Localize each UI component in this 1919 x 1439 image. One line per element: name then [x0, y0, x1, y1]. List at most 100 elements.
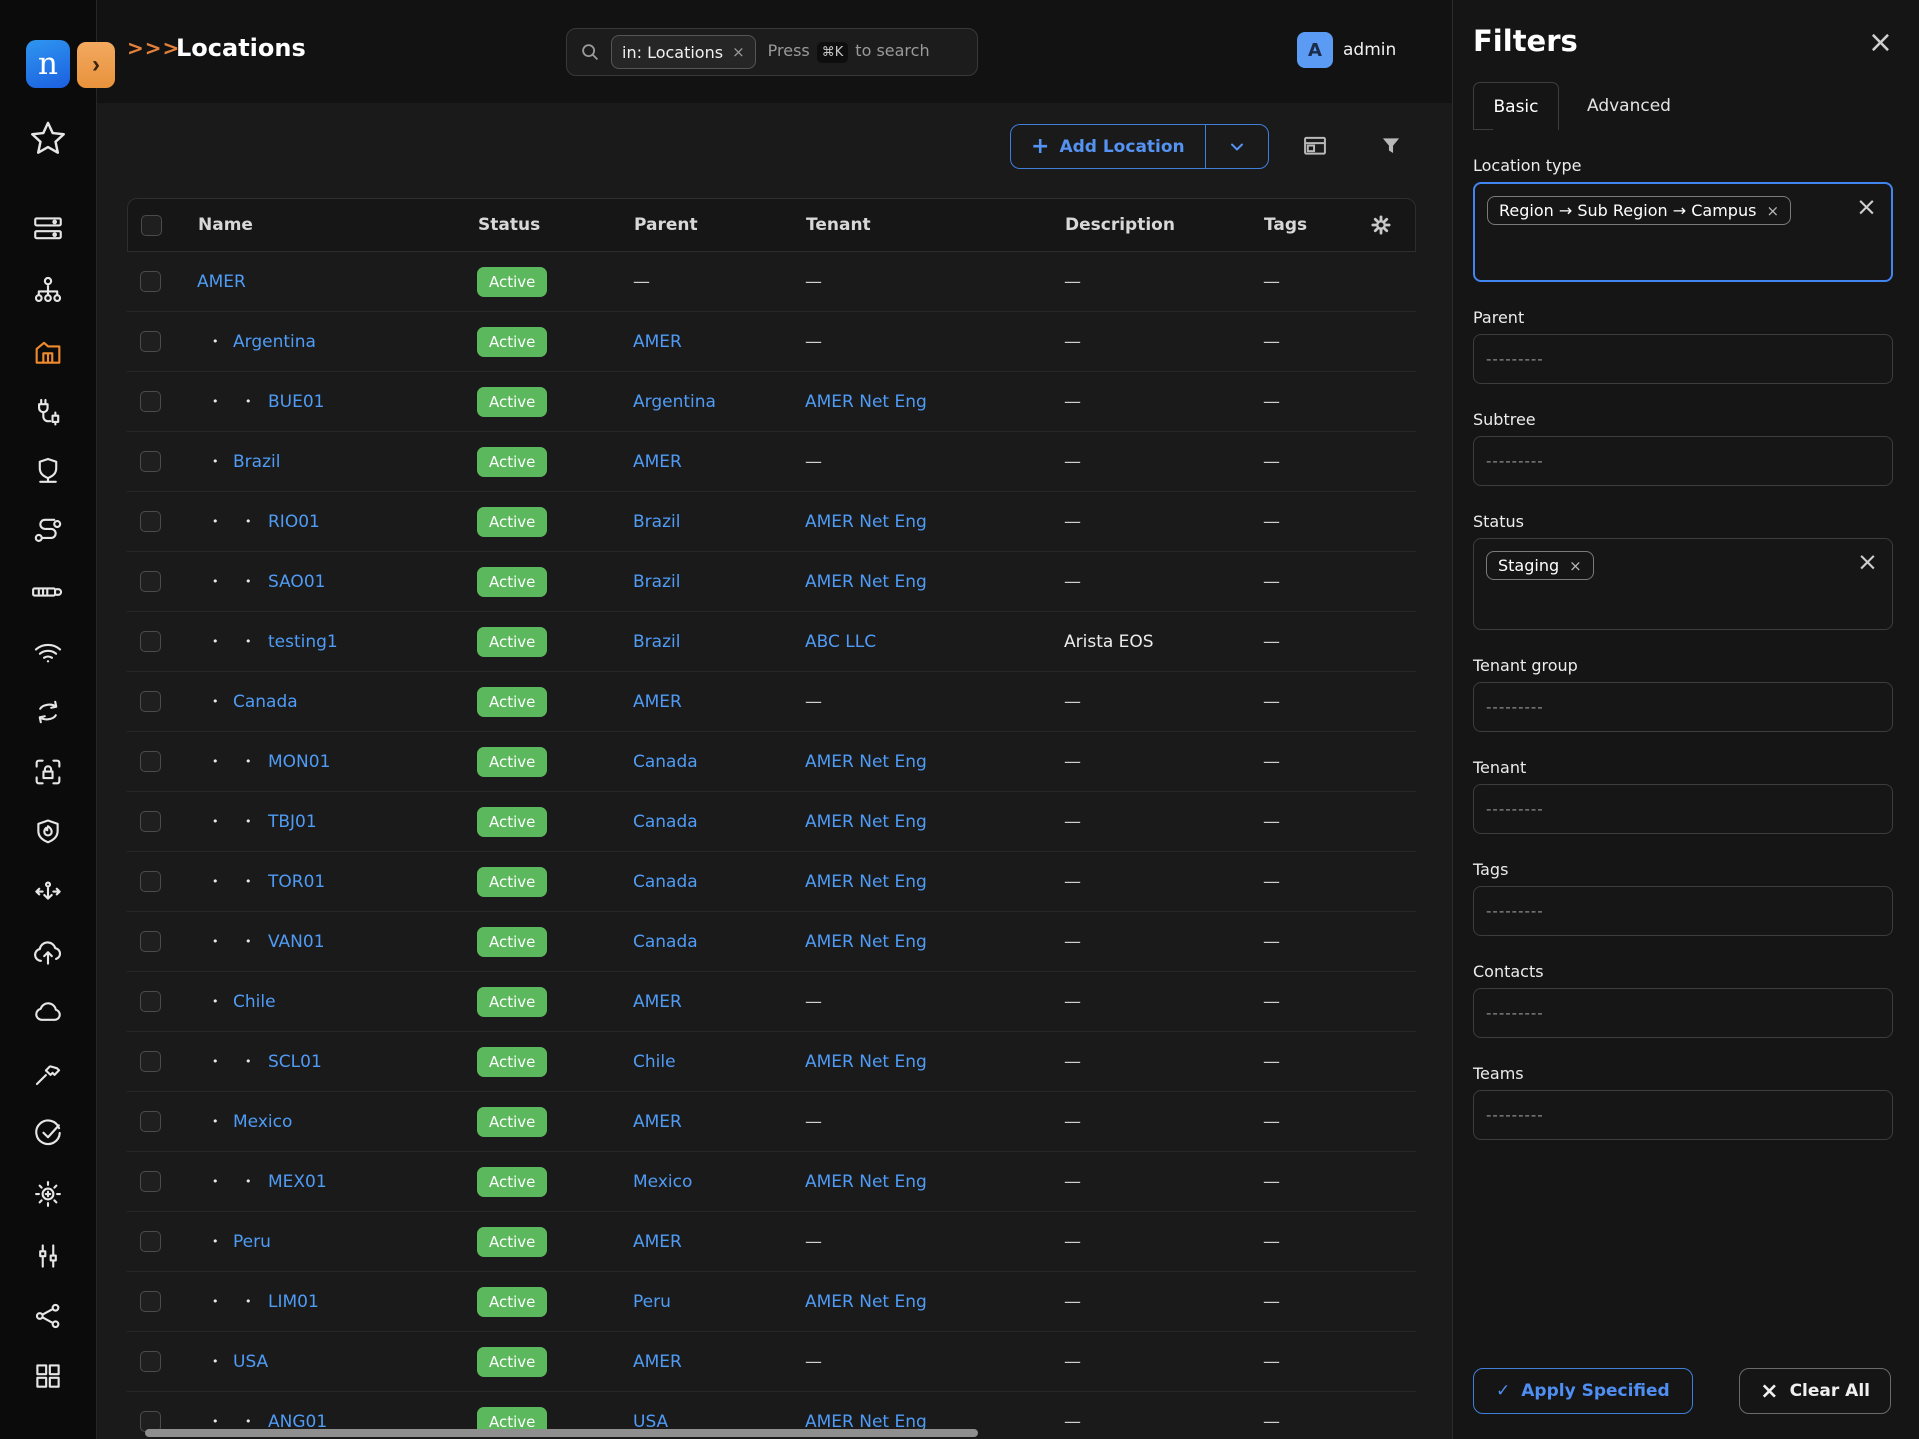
select-all-checkbox[interactable]: [141, 215, 162, 236]
row-checkbox[interactable]: [140, 751, 161, 772]
filter-chip[interactable]: Staging×: [1486, 551, 1594, 580]
horizontal-scrollbar[interactable]: [145, 1429, 978, 1437]
parent-link[interactable]: Canada: [633, 752, 698, 772]
parent-link[interactable]: AMER: [633, 332, 682, 352]
column-header-parent[interactable]: Parent: [634, 199, 698, 251]
tenant-link[interactable]: AMER Net Eng: [805, 572, 927, 592]
tenant-link[interactable]: AMER Net Eng: [805, 812, 927, 832]
cloud-icon[interactable]: [27, 991, 69, 1033]
table-layout-icon[interactable]: [1297, 128, 1333, 164]
filter-parent-select[interactable]: ---------: [1473, 334, 1893, 384]
parent-link[interactable]: Argentina: [633, 392, 716, 412]
row-checkbox[interactable]: [140, 1291, 161, 1312]
location-name-link[interactable]: BUE01: [268, 392, 324, 412]
filter-funnel-icon[interactable]: [1373, 128, 1409, 164]
row-checkbox[interactable]: [140, 271, 161, 292]
location-name-link[interactable]: TBJ01: [268, 812, 317, 832]
location-name-link[interactable]: Chile: [233, 992, 276, 1012]
grid-icon[interactable]: [27, 1355, 69, 1397]
column-header-tags[interactable]: Tags: [1264, 199, 1307, 251]
location-name-link[interactable]: MON01: [268, 752, 330, 772]
location-name-link[interactable]: AMER: [197, 272, 246, 292]
add-location-button[interactable]: + Add Location: [1010, 124, 1205, 169]
tab-basic[interactable]: Basic: [1473, 82, 1559, 130]
chip-remove-icon[interactable]: ×: [732, 43, 745, 61]
location-name-link[interactable]: VAN01: [268, 932, 325, 952]
column-header-name[interactable]: Name: [198, 199, 253, 251]
parent-link[interactable]: Mexico: [633, 1172, 692, 1192]
tenant-link[interactable]: AMER Net Eng: [805, 932, 927, 952]
shield-network-icon[interactable]: [27, 450, 69, 492]
location-name-link[interactable]: SAO01: [268, 572, 325, 592]
sitemap-icon[interactable]: [27, 269, 69, 311]
filter-location-type-select[interactable]: Region → Sub Region → Campus××: [1473, 182, 1893, 282]
parent-link[interactable]: Brazil: [633, 572, 680, 592]
filter-status-select[interactable]: Staging××: [1473, 538, 1893, 630]
secure-frame-icon[interactable]: [27, 751, 69, 793]
add-location-dropdown-button[interactable]: [1205, 124, 1269, 169]
tenant-link[interactable]: AMER Net Eng: [805, 512, 927, 532]
row-checkbox[interactable]: [140, 451, 161, 472]
racks-icon[interactable]: [27, 208, 69, 250]
tab-advanced[interactable]: Advanced: [1559, 82, 1699, 130]
row-checkbox[interactable]: [140, 511, 161, 532]
nautobot-logo[interactable]: n: [26, 40, 70, 88]
location-name-link[interactable]: Argentina: [233, 332, 316, 352]
filter-chip[interactable]: Region → Sub Region → Campus×: [1487, 196, 1791, 225]
chip-remove-icon[interactable]: ×: [1569, 557, 1582, 575]
location-name-link[interactable]: Peru: [233, 1232, 271, 1252]
row-checkbox[interactable]: [140, 931, 161, 952]
location-name-link[interactable]: RIO01: [268, 512, 320, 532]
move-arrows-icon[interactable]: [27, 872, 69, 914]
clear-field-icon[interactable]: ×: [1857, 549, 1878, 574]
table-settings-gear-icon[interactable]: [1368, 199, 1394, 251]
shield-flame-icon[interactable]: [27, 812, 69, 854]
parent-link[interactable]: AMER: [633, 1232, 682, 1252]
location-name-link[interactable]: testing1: [268, 632, 338, 652]
parent-link[interactable]: AMER: [633, 1352, 682, 1372]
hammer-icon[interactable]: [27, 1052, 69, 1094]
parent-link[interactable]: Canada: [633, 872, 698, 892]
parent-link[interactable]: Chile: [633, 1052, 676, 1072]
route-icon[interactable]: [27, 510, 69, 552]
filter-tenant-select[interactable]: ---------: [1473, 784, 1893, 834]
row-checkbox[interactable]: [140, 391, 161, 412]
row-checkbox[interactable]: [140, 991, 161, 1012]
location-name-link[interactable]: LIM01: [268, 1292, 319, 1312]
star-icon[interactable]: [27, 118, 69, 160]
tenant-link[interactable]: AMER Net Eng: [805, 872, 927, 892]
search-scope-chip[interactable]: in: Locations ×: [611, 35, 756, 69]
tenant-link[interactable]: AMER Net Eng: [805, 1172, 927, 1192]
chip-remove-icon[interactable]: ×: [1766, 202, 1779, 220]
user-menu[interactable]: A admin: [1297, 32, 1396, 68]
location-name-link[interactable]: MEX01: [268, 1172, 327, 1192]
row-checkbox[interactable]: [140, 1111, 161, 1132]
clear-field-icon[interactable]: ×: [1856, 194, 1877, 219]
location-name-link[interactable]: USA: [233, 1352, 268, 1372]
filter-contacts-select[interactable]: ---------: [1473, 988, 1893, 1038]
tenant-link[interactable]: AMER Net Eng: [805, 1292, 927, 1312]
row-checkbox[interactable]: [140, 1051, 161, 1072]
filter-teams-select[interactable]: ---------: [1473, 1090, 1893, 1140]
location-name-link[interactable]: Mexico: [233, 1112, 292, 1132]
location-name-link[interactable]: SCL01: [268, 1052, 322, 1072]
row-checkbox[interactable]: [140, 331, 161, 352]
column-header-tenant[interactable]: Tenant: [806, 199, 871, 251]
sync-icon[interactable]: [27, 691, 69, 733]
filter-tenant-group-select[interactable]: ---------: [1473, 682, 1893, 732]
row-checkbox[interactable]: [140, 691, 161, 712]
parent-link[interactable]: Brazil: [633, 512, 680, 532]
check-circle-icon[interactable]: [27, 1112, 69, 1154]
parent-link[interactable]: Peru: [633, 1292, 671, 1312]
parent-link[interactable]: AMER: [633, 452, 682, 472]
location-name-link[interactable]: Brazil: [233, 452, 280, 472]
parent-link[interactable]: Canada: [633, 812, 698, 832]
column-header-description[interactable]: Description: [1065, 199, 1175, 251]
parent-link[interactable]: AMER: [633, 692, 682, 712]
row-checkbox[interactable]: [140, 871, 161, 892]
clear-all-button[interactable]: × Clear All: [1739, 1368, 1891, 1414]
wifi-icon[interactable]: [27, 631, 69, 673]
battery-icon[interactable]: [27, 571, 69, 613]
global-search-input[interactable]: in: Locations × Press⌘Kto search: [566, 28, 978, 76]
parent-link[interactable]: Canada: [633, 932, 698, 952]
